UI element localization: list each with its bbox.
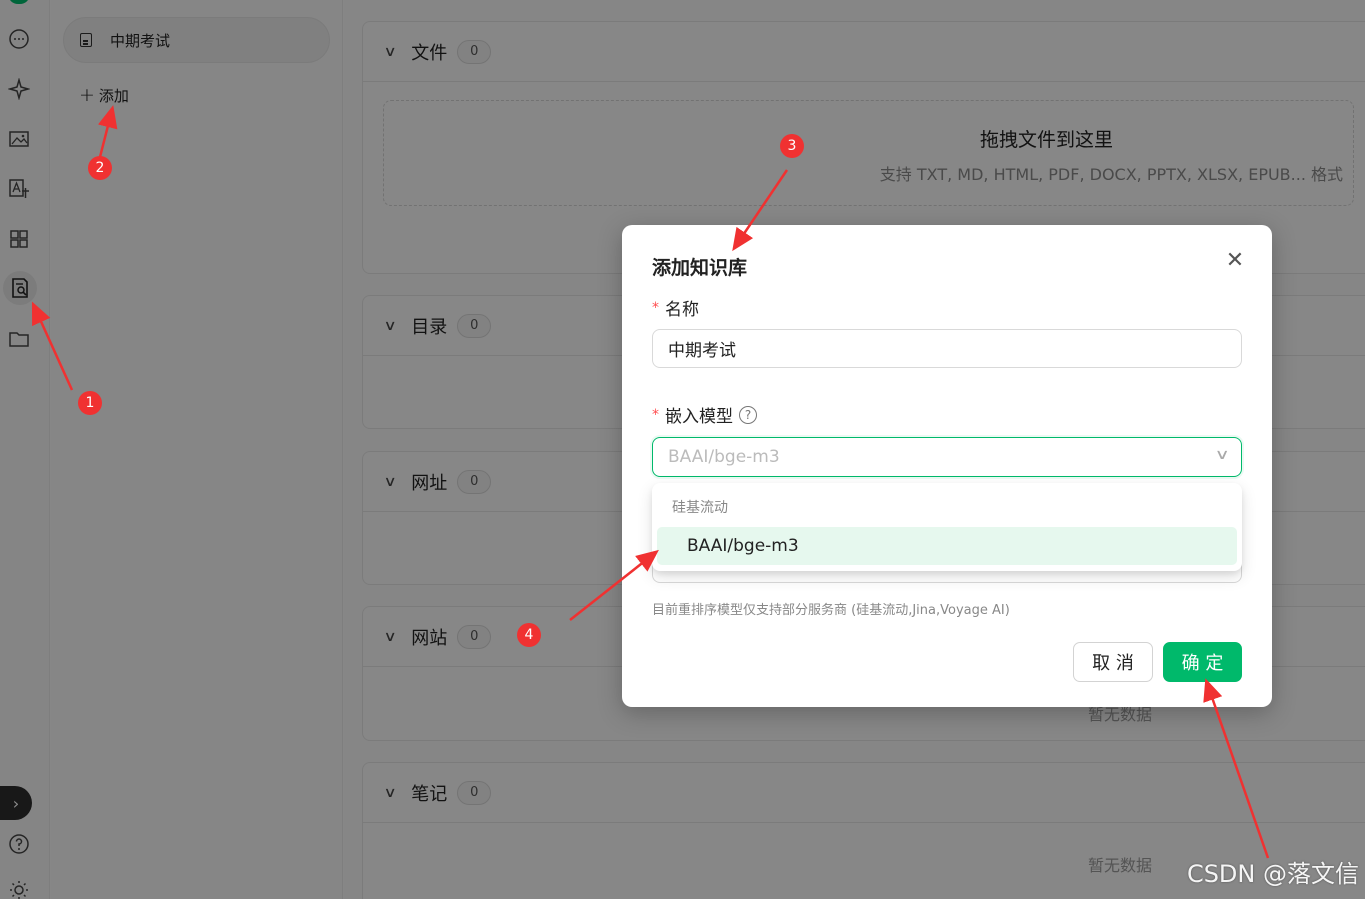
annotation-marker: 1	[78, 391, 102, 415]
select-placeholder: BAAI/bge-m3	[668, 447, 780, 467]
dropdown-group-label: 硅基流动	[672, 500, 728, 516]
embedding-model-select[interactable]: BAAI/bge-m3 ∨	[652, 437, 1242, 477]
model-label-text: 嵌入模型	[665, 407, 733, 427]
close-icon[interactable]: ✕	[1222, 247, 1248, 273]
confirm-button[interactable]: 确 定	[1163, 642, 1242, 682]
rerank-note: 目前重排序模型仅支持部分服务商 (硅基流动,Jina,Voyage AI)	[652, 603, 1010, 618]
name-label-text: 名称	[665, 300, 699, 320]
cancel-button[interactable]: 取 消	[1073, 642, 1153, 682]
annotation-marker: 2	[88, 156, 112, 180]
name-label: * 名称	[652, 295, 699, 321]
dropdown-option[interactable]: BAAI/bge-m3	[657, 527, 1237, 565]
chevron-down-icon: ∨	[1214, 447, 1230, 463]
watermark: CSDN @落文信	[1186, 860, 1359, 888]
required-mark: *	[652, 406, 659, 423]
required-mark: *	[652, 299, 659, 316]
dialog-title: 添加知识库	[652, 257, 748, 279]
name-input[interactable]: 中期考试	[652, 329, 1242, 368]
annotation-marker: 3	[780, 134, 804, 158]
model-label: * 嵌入模型 ?	[652, 402, 757, 427]
help-circle-icon[interactable]: ?	[739, 405, 757, 424]
model-dropdown: 硅基流动 BAAI/bge-m3	[652, 483, 1242, 571]
add-kb-dialog: 添加知识库 ✕ * 名称 中期考试 * 嵌入模型 ? BAAI/bge-m3 ∨…	[622, 225, 1272, 707]
annotation-marker: 4	[517, 623, 541, 647]
